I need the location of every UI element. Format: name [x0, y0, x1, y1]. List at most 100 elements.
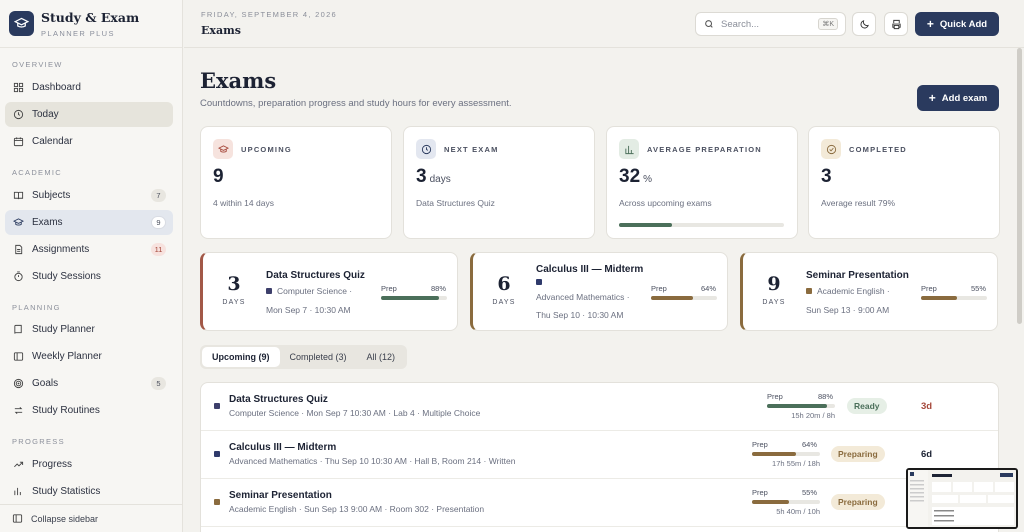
graduation-cap-icon — [9, 11, 34, 36]
stat-value: 32% — [619, 166, 652, 188]
quick-add-button[interactable]: + Quick Add — [915, 12, 999, 36]
clock-icon — [416, 139, 436, 159]
graduation-cap-icon — [213, 139, 233, 159]
countdown-subject: Computer Science · — [266, 286, 382, 296]
tab-completed[interactable]: Completed (3) — [280, 347, 357, 367]
section-progress: PROGRESS — [12, 437, 65, 446]
sidebar-item-exams[interactable]: Exams 9 — [5, 210, 173, 235]
timer-icon — [12, 271, 24, 283]
days-remaining: 3d — [921, 401, 933, 412]
countdown-card[interactable]: 3 DAYS Data Structures Quiz Computer Sci… — [200, 252, 458, 331]
sidebar-item-label: Weekly Planner — [32, 351, 102, 362]
quick-add-label: Quick Add — [939, 18, 988, 30]
page-preview-thumbnail[interactable] — [906, 468, 1018, 529]
exam-name: Seminar Presentation — [229, 490, 332, 501]
sidebar-item-label: Assignments — [32, 244, 90, 255]
goals-count-badge: 5 — [151, 377, 166, 390]
stat-label: COMPLETED — [849, 145, 907, 154]
search-icon — [704, 19, 714, 29]
exams-count-badge: 9 — [151, 216, 166, 229]
table-row[interactable]: Seminar Presentation Academic English · … — [201, 479, 998, 527]
sidebar-item-progress[interactable]: Progress — [5, 452, 173, 477]
status-badge: Ready — [847, 398, 887, 414]
collapse-sidebar-button[interactable]: Collapse sidebar — [0, 504, 183, 532]
stat-label: AVERAGE PREPARATION — [647, 145, 762, 154]
subject-color-dot — [214, 499, 220, 505]
prep-label: Prep — [381, 284, 397, 293]
countdown-days: 3 — [227, 273, 241, 295]
sidebar-item-goals[interactable]: Goals 5 — [5, 371, 173, 396]
clock-icon — [12, 109, 24, 121]
stat-note: Across upcoming exams — [619, 198, 712, 208]
theme-toggle-button[interactable] — [852, 12, 876, 36]
add-exam-button[interactable]: + Add exam — [917, 85, 999, 111]
countdown-datetime: Sun Sep 13 · 9:00 AM — [806, 305, 890, 315]
prep-label: Prep — [752, 440, 768, 449]
sidebar-item-label: Subjects — [32, 190, 71, 201]
progress-fill — [752, 500, 790, 504]
progress-fill — [752, 452, 796, 456]
print-button[interactable] — [884, 12, 908, 36]
book-icon — [12, 190, 24, 202]
countdown-days: 6 — [497, 273, 511, 295]
progress-fill — [381, 296, 440, 300]
countdown-days-label: DAYS — [222, 299, 246, 306]
countdown-exam-name: Calculus III — Midterm — [536, 264, 644, 275]
countdown-subject: Academic English · — [806, 286, 922, 296]
tab-all[interactable]: All (12) — [357, 347, 406, 367]
sidebar-item-label: Study Routines — [32, 405, 100, 416]
sidebar-item-weekly-planner[interactable]: Weekly Planner — [5, 344, 173, 369]
stat-note: Average result 79% — [821, 198, 896, 208]
sidebar-item-subjects[interactable]: Subjects 7 — [5, 183, 173, 208]
stat-label: UPCOMING — [241, 145, 292, 154]
search-input[interactable]: Search... ⌘K — [695, 12, 846, 36]
sidebar-item-study-sessions[interactable]: Study Sessions — [5, 264, 173, 289]
brand[interactable]: Study & Exam PLANNER PLUS — [0, 0, 182, 48]
check-circle-icon — [821, 139, 841, 159]
page-scrollbar[interactable] — [1017, 48, 1022, 324]
sidebar-item-study-routines[interactable]: Study Routines — [5, 398, 173, 423]
stat-card-average-preparation: AVERAGE PREPARATION 32% Across upcoming … — [606, 126, 798, 239]
progress-fill — [619, 223, 672, 227]
stat-note: 4 within 14 days — [213, 198, 274, 208]
stat-value: 3 — [821, 166, 832, 188]
sidebar-item-assignments[interactable]: Assignments 11 — [5, 237, 173, 262]
stat-number: 3 — [821, 166, 832, 187]
search-shortcut: ⌘K — [818, 18, 838, 30]
subject-color-dot — [536, 279, 542, 285]
calendar-icon — [12, 136, 24, 148]
moon-icon — [859, 19, 870, 30]
exam-meta: Academic English · Sun Sep 13 9:00 AM · … — [229, 504, 485, 514]
study-hours: 17h 55m / 18h — [772, 459, 820, 468]
sidebar-item-study-planner[interactable]: Study Planner — [5, 317, 173, 342]
subject-label: Academic English · — [817, 286, 890, 296]
prep-bar — [381, 296, 447, 300]
subject-color-dot — [214, 451, 220, 457]
countdown-card[interactable]: 9 DAYS Seminar Presentation Academic Eng… — [740, 252, 998, 331]
plus-icon: + — [928, 91, 936, 105]
table-row[interactable]: Calculus III — Midterm Advanced Mathemat… — [201, 431, 998, 479]
sidebar-item-label: Study Sessions — [32, 271, 101, 282]
plus-icon: + — [926, 17, 934, 31]
sidebar-item-study-statistics[interactable]: Study Statistics — [5, 479, 173, 497]
sidebar-item-today[interactable]: Today — [5, 102, 173, 127]
prep-label: Prep — [921, 284, 937, 293]
sidebar-item-label: Progress — [32, 459, 73, 470]
sidebar-item-calendar[interactable]: Calendar — [5, 129, 173, 154]
sidebar-item-dashboard[interactable]: Dashboard — [5, 75, 173, 100]
top-header: FRIDAY, SEPTEMBER 4, 2026 Exams Search..… — [184, 0, 1024, 48]
tab-upcoming[interactable]: Upcoming (9) — [202, 347, 280, 367]
grid-icon — [12, 82, 24, 94]
progress-fill — [651, 296, 694, 300]
table-row[interactable]: Data Structures Quiz Computer Science · … — [201, 383, 998, 431]
sidebar-item-label: Today — [32, 109, 59, 120]
bar-chart-icon — [619, 139, 639, 159]
prep-label: Prep — [752, 488, 768, 497]
countdown-card[interactable]: 6 DAYS Calculus III — Midterm Advanced M… — [470, 252, 728, 331]
sidebar-item-label: Goals — [32, 378, 59, 389]
prep-bar — [651, 296, 717, 300]
brand-subtitle: PLANNER PLUS — [41, 28, 115, 38]
countdown-days-label: DAYS — [762, 299, 786, 306]
exam-meta: Computer Science · Mon Sep 7 10:30 AM · … — [229, 408, 481, 418]
average-preparation-bar — [619, 223, 784, 227]
